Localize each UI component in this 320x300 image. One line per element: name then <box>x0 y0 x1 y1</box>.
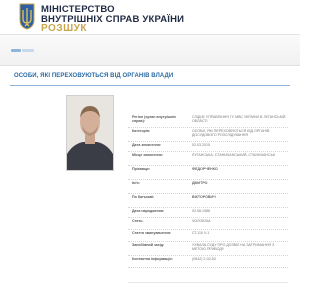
detail-label: По батькові: <box>132 195 155 199</box>
detail-label: Ім'я: <box>132 181 140 185</box>
detail-label: Регіон (орган внутрішніх справ): <box>132 115 176 124</box>
detail-value: 02.03.2015 <box>192 143 210 147</box>
detail-value: ОСОБИ, ЯКІ ПЕРЕХОВУЮТЬСЯ ВІД ОРГАНІВ ДОС… <box>192 129 270 138</box>
detail-row: Прізвище: ФЕДОРЧЕНКО <box>128 165 288 180</box>
detail-value: ВІКТОРОВИЧ <box>192 195 216 199</box>
detail-label: Стаття звинувачення: <box>132 231 172 235</box>
person-photo-icon <box>67 96 113 170</box>
page-title: ОСОБИ, ЯКІ ПЕРЕХОВУЮТЬСЯ ВІД ОРГАНІВ ВЛА… <box>14 73 174 79</box>
detail-row: Ім'я: ДМИТРО <box>128 179 288 194</box>
detail-label: Контактна інформація: <box>132 257 173 261</box>
ministry-title: МІНІСТЕРСТВО ВНУТРІШНІХ СПРАВ УКРАЇНИ <box>41 4 185 25</box>
detail-label: Дата народження: <box>132 209 165 213</box>
detail-value: УХВАЛА СУДУ ПРО ДОЗВІЛ НА ЗАТРИМАННЯ З М… <box>192 243 275 252</box>
detail-value: СТ.110 Ч.1 <box>192 231 210 235</box>
menu-strip <box>0 35 300 66</box>
detail-value: (0642) 2-02-53 <box>192 257 216 261</box>
detail-label: Запобіжний захід: <box>132 243 165 247</box>
site-subtitle: РОЗШУК <box>41 23 87 34</box>
detail-value: ЛУГАНСЬКА, СТАНИЧАНСЬКИЙ, СТАНИЧАНСЬК <box>192 153 276 157</box>
person-photo <box>66 95 114 171</box>
menu-marker-icon[interactable] <box>11 49 21 52</box>
detail-value: ЧОЛОВІЧА <box>192 219 211 223</box>
detail-label: Стать: <box>132 219 144 223</box>
detail-value: 02.08.1986 <box>192 209 210 213</box>
coat-of-arms-icon <box>19 3 35 30</box>
detail-label: Прізвище: <box>132 167 151 171</box>
site-header: МІНІСТЕРСТВО ВНУТРІШНІХ СПРАВ УКРАЇНИ РО… <box>0 0 300 34</box>
detail-value: ФЕДОРЧЕНКО <box>192 167 218 171</box>
detail-label: Дата зникнення: <box>132 143 162 147</box>
detail-value: СЛІДЧЕ УПРАВЛІННЯ ГУ МВС УКРАЇНИ В ЛУГАН… <box>192 115 286 124</box>
detail-row: Місце зникнення: ЛУГАНСЬКА, СТАНИЧАНСЬКИЙ… <box>128 151 288 166</box>
detail-row: Запобіжний захід: УХВАЛА СУДУ ПРО ДОЗВІЛ … <box>128 241 288 256</box>
section-divider <box>10 85 290 86</box>
detail-value: ДМИТРО <box>192 181 208 185</box>
detail-row: Категорія: ОСОБИ, ЯКІ ПЕРЕХОВУЮТЬСЯ ВІД О… <box>128 127 288 142</box>
detail-row: По батькові: ВІКТОРОВИЧ <box>128 193 288 208</box>
detail-label: Місце зникнення: <box>132 153 163 157</box>
details-divider <box>128 282 288 283</box>
detail-row: Регіон (орган внутрішніх справ): СЛІДЧЕ У… <box>128 113 288 128</box>
detail-row: Контактна інформація: (0642) 2-02-53 <box>128 255 288 268</box>
detail-label: Категорія: <box>132 129 151 133</box>
menu-marker-icon[interactable] <box>22 49 34 52</box>
